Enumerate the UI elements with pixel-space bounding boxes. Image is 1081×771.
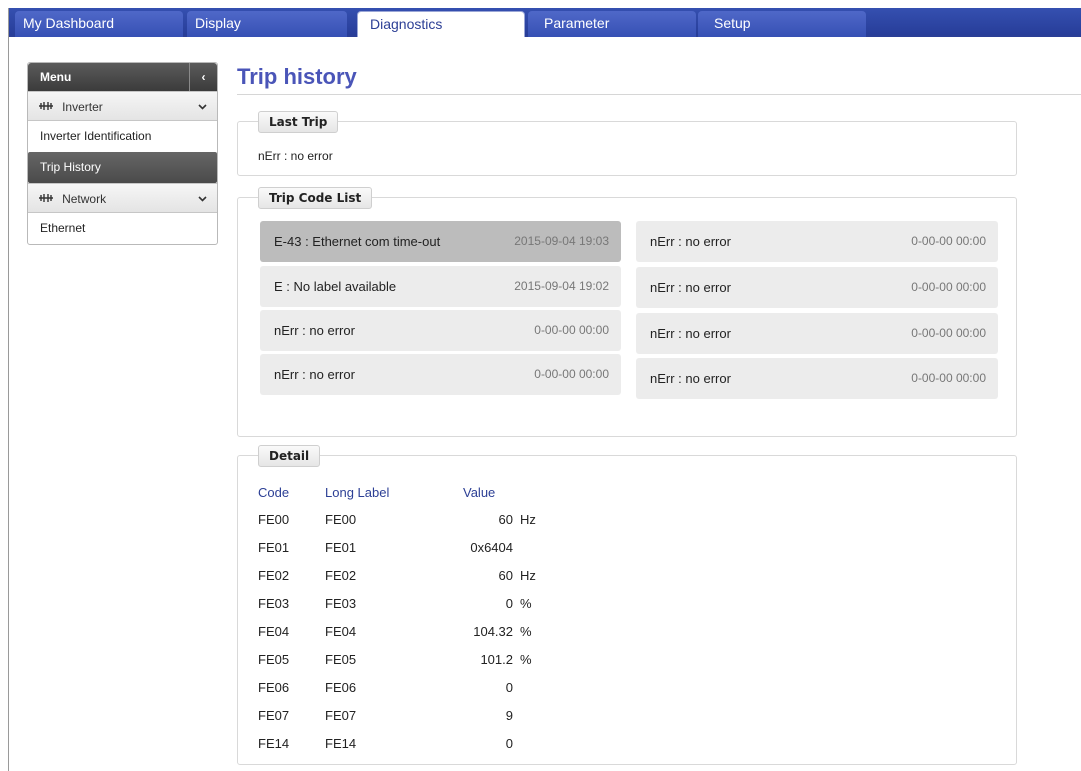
detail-value: 60 bbox=[498, 568, 513, 583]
column-header-value: Value bbox=[463, 485, 496, 500]
detail-value: 104.32 bbox=[473, 624, 513, 639]
sidebar-item-trip-history[interactable]: Trip History bbox=[28, 152, 217, 183]
detail-code: FE02 bbox=[258, 568, 290, 583]
sidebar-item-ethernet[interactable]: Ethernet bbox=[28, 213, 217, 244]
sidebar-group-network[interactable]: Network bbox=[28, 183, 217, 213]
trip-code-label: E-43 : Ethernet com time-out bbox=[274, 234, 441, 249]
detail-value: 0 bbox=[505, 596, 513, 611]
detail-code: FE00 bbox=[258, 512, 290, 527]
detail-panel: Detail Code Long Label Value FE00 FE00 6… bbox=[237, 445, 1017, 765]
detail-long-label: FE04 bbox=[325, 624, 357, 639]
trip-code-list-panel: Trip Code List E-43 : Ethernet com time-… bbox=[237, 187, 1017, 437]
page-title: Trip history bbox=[237, 64, 357, 89]
chevron-down-icon bbox=[198, 184, 207, 214]
detail-unit: % bbox=[520, 596, 532, 611]
detail-long-label: FE01 bbox=[325, 540, 357, 555]
sidebar-group-inverter[interactable]: Inverter bbox=[28, 91, 217, 121]
tab-diagnostics-label: Diagnostics bbox=[370, 16, 443, 32]
sidebar-group-label: Network bbox=[62, 192, 107, 206]
trip-timestamp: 0-00-00 00:00 bbox=[534, 323, 609, 337]
detail-long-label: FE00 bbox=[325, 512, 357, 527]
detail-code: FE06 bbox=[258, 680, 290, 695]
trip-timestamp: 0-00-00 00:00 bbox=[911, 371, 986, 385]
detail-code: FE03 bbox=[258, 596, 290, 611]
title-divider bbox=[237, 94, 1081, 95]
detail-code: FE14 bbox=[258, 736, 290, 751]
tab-setup-label: Setup bbox=[714, 15, 751, 31]
trip-code-list-legend: Trip Code List bbox=[258, 187, 373, 209]
top-tab-bar: My Dashboard Display Diagnostics Paramet… bbox=[9, 8, 1081, 37]
trip-card[interactable]: E-43 : Ethernet com time-out 2015-09-04 … bbox=[260, 221, 621, 262]
menu-title: Menu bbox=[40, 70, 72, 84]
detail-legend: Detail bbox=[258, 445, 321, 467]
last-trip-legend: Last Trip bbox=[258, 111, 339, 133]
detail-value: 60 bbox=[498, 512, 513, 527]
tab-parameter[interactable]: Parameter bbox=[528, 11, 696, 37]
tab-parameter-label: Parameter bbox=[544, 15, 610, 31]
chevron-down-icon bbox=[198, 92, 207, 122]
tab-diagnostics[interactable]: Diagnostics bbox=[357, 11, 525, 37]
trip-code-label: nErr : no error bbox=[650, 234, 731, 249]
trip-card[interactable]: nErr : no error 0-00-00 00:00 bbox=[260, 354, 621, 395]
trip-code-label: nErr : no error bbox=[650, 371, 731, 386]
detail-code: FE05 bbox=[258, 652, 290, 667]
detail-unit: % bbox=[520, 652, 532, 667]
detail-long-label: FE06 bbox=[325, 680, 357, 695]
tab-display[interactable]: Display bbox=[187, 11, 347, 37]
chevron-left-icon: ‹ bbox=[201, 70, 206, 84]
detail-long-label: FE14 bbox=[325, 736, 357, 751]
last-trip-panel: Last Trip nErr : no error bbox=[237, 111, 1017, 176]
network-icon bbox=[38, 102, 56, 114]
trip-timestamp: 2015-09-04 19:02 bbox=[514, 279, 609, 293]
trip-card[interactable]: E : No label available 2015-09-04 19:02 bbox=[260, 266, 621, 307]
app-frame: My Dashboard Display Diagnostics Paramet… bbox=[8, 8, 1081, 771]
detail-value: 9 bbox=[505, 708, 513, 723]
last-trip-text: nErr : no error bbox=[258, 149, 333, 163]
detail-long-label: FE02 bbox=[325, 568, 357, 583]
sidebar-item-inverter-identification[interactable]: Inverter Identification bbox=[28, 121, 217, 152]
trip-code-label: nErr : no error bbox=[274, 367, 355, 382]
trip-card[interactable]: nErr : no error 0-00-00 00:00 bbox=[636, 221, 998, 262]
detail-long-label: FE07 bbox=[325, 708, 357, 723]
trip-timestamp: 2015-09-04 19:03 bbox=[514, 234, 609, 248]
collapse-menu-button[interactable]: ‹ bbox=[189, 63, 217, 91]
column-header-long-label: Long Label bbox=[325, 485, 390, 500]
network-icon bbox=[38, 194, 56, 206]
trip-code-label: E : No label available bbox=[274, 279, 397, 294]
trip-timestamp: 0-00-00 00:00 bbox=[534, 367, 609, 381]
detail-value: 0 bbox=[505, 680, 513, 695]
sidebar-group-label: Inverter bbox=[62, 100, 103, 114]
trip-timestamp: 0-00-00 00:00 bbox=[911, 280, 986, 294]
trip-card[interactable]: nErr : no error 0-00-00 00:00 bbox=[636, 358, 998, 399]
detail-unit: % bbox=[520, 624, 532, 639]
tab-setup[interactable]: Setup bbox=[698, 11, 866, 37]
detail-value: 0x6404 bbox=[470, 540, 513, 555]
trip-card[interactable]: nErr : no error 0-00-00 00:00 bbox=[636, 267, 998, 308]
trip-card[interactable]: nErr : no error 0-00-00 00:00 bbox=[260, 310, 621, 351]
column-header-code: Code bbox=[258, 485, 290, 500]
detail-unit: Hz bbox=[520, 512, 536, 527]
detail-code: FE07 bbox=[258, 708, 290, 723]
detail-long-label: FE05 bbox=[325, 652, 357, 667]
tab-my-dashboard[interactable]: My Dashboard bbox=[15, 11, 183, 37]
detail-value: 101.2 bbox=[480, 652, 513, 667]
menu-header: Menu ‹ bbox=[28, 63, 217, 91]
detail-code: FE01 bbox=[258, 540, 290, 555]
trip-card[interactable]: nErr : no error 0-00-00 00:00 bbox=[636, 313, 998, 354]
detail-unit: Hz bbox=[520, 568, 536, 583]
trip-code-label: nErr : no error bbox=[650, 326, 731, 341]
detail-long-label: FE03 bbox=[325, 596, 357, 611]
detail-value: 0 bbox=[505, 736, 513, 751]
trip-code-label: nErr : no error bbox=[274, 323, 355, 338]
trip-code-label: nErr : no error bbox=[650, 280, 731, 295]
sidebar-menu: Menu ‹ Inverter Inverter Identification … bbox=[27, 62, 218, 245]
trip-timestamp: 0-00-00 00:00 bbox=[911, 234, 986, 248]
detail-code: FE04 bbox=[258, 624, 290, 639]
trip-timestamp: 0-00-00 00:00 bbox=[911, 326, 986, 340]
